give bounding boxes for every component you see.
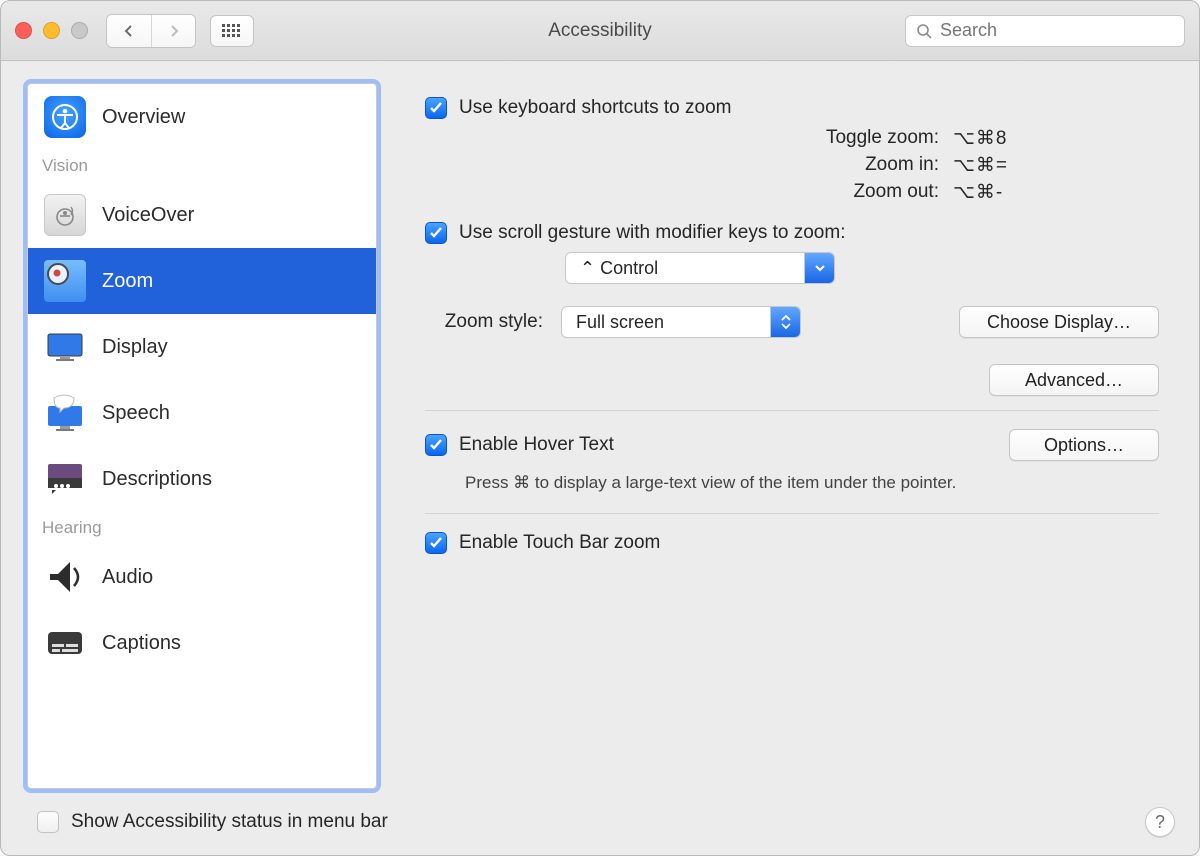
advanced-button[interactable]: Advanced… [989,364,1159,396]
sidebar-item-label: Speech [102,402,170,425]
close-window-button[interactable] [15,22,32,39]
sidebar-section-vision: Vision [28,150,376,182]
chevron-right-icon [168,25,180,37]
sidebar-item-overview[interactable]: Overview [28,84,376,150]
settings-panel: Use keyboard shortcuts to zoom Toggle zo… [399,83,1177,789]
sidebar-item-label: VoiceOver [102,204,194,227]
voiceover-icon [44,194,86,236]
use-keyboard-shortcuts-checkbox[interactable] [425,97,447,119]
sidebar-item-label: Descriptions [102,468,212,491]
sidebar[interactable]: Overview Vision VoiceOver Zoom [27,83,377,789]
modifier-key-value: ⌃ Control [566,258,672,279]
toggle-zoom-label: Toggle zoom: [675,127,939,150]
chevron-left-icon [123,25,135,37]
body: Overview Vision VoiceOver Zoom [1,61,1199,797]
updown-icon [770,307,800,337]
back-button[interactable] [107,15,151,47]
sidebar-item-label: Audio [102,566,153,589]
zoom-out-keys: ⌥⌘- [953,181,1159,204]
sidebar-item-label: Zoom [102,270,153,293]
minimize-window-button[interactable] [43,22,60,39]
zoom-style-label: Zoom style: [425,311,543,333]
sidebar-item-speech[interactable]: Speech [28,380,376,446]
enable-touch-bar-zoom-label: Enable Touch Bar zoom [459,532,660,554]
choose-display-button[interactable]: Choose Display… [959,306,1159,338]
zoom-in-keys: ⌥⌘= [953,154,1159,177]
titlebar: Accessibility [1,1,1199,61]
use-keyboard-shortcuts-label: Use keyboard shortcuts to zoom [459,97,731,119]
accessibility-icon [44,96,86,138]
grid-icon [222,24,242,38]
display-icon [44,326,86,368]
search-input[interactable] [940,20,1174,41]
help-button[interactable]: ? [1145,807,1175,837]
captions-icon [44,622,86,664]
show-status-menu-bar-label: Show Accessibility status in menu bar [71,811,388,833]
sidebar-item-voiceover[interactable]: VoiceOver [28,182,376,248]
modifier-key-select[interactable]: ⌃ Control [565,252,835,284]
check-icon [429,438,443,452]
sidebar-item-label: Overview [102,106,185,129]
sidebar-item-label: Display [102,336,168,359]
use-scroll-gesture-checkbox[interactable] [425,222,447,244]
sidebar-item-display[interactable]: Display [28,314,376,380]
zoom-style-select[interactable]: Full screen [561,306,801,338]
forward-button[interactable] [151,15,195,47]
show-status-menu-bar-checkbox[interactable] [37,811,59,833]
zoom-out-label: Zoom out: [675,181,939,204]
show-all-button[interactable] [210,15,254,47]
sidebar-section-hearing: Hearing [28,512,376,544]
hover-text-hint: Press ⌘ to display a large-text view of … [465,473,1159,493]
zoom-style-value: Full screen [562,312,678,333]
sidebar-item-zoom[interactable]: Zoom [28,248,376,314]
descriptions-icon [44,458,86,500]
divider [425,513,1159,514]
footer: Show Accessibility status in menu bar ? [1,797,1199,855]
sidebar-item-label: Captions [102,632,181,655]
divider [425,410,1159,411]
window-controls [15,22,88,39]
search-icon [916,23,932,39]
zoom-in-label: Zoom in: [675,154,939,177]
audio-icon [44,556,86,598]
sidebar-item-descriptions[interactable]: Descriptions [28,446,376,512]
use-scroll-gesture-label: Use scroll gesture with modifier keys to… [459,222,845,244]
enable-hover-text-checkbox[interactable] [425,434,447,456]
sidebar-item-captions[interactable]: Captions [28,610,376,676]
accessibility-preferences-window: Accessibility Overview Vision [0,0,1200,856]
speech-icon [44,392,86,434]
enable-hover-text-label: Enable Hover Text [459,434,614,456]
toggle-zoom-keys: ⌥⌘8 [953,127,1159,150]
hover-text-options-button[interactable]: Options… [1009,429,1159,461]
zoom-window-button[interactable] [71,22,88,39]
enable-touch-bar-zoom-checkbox[interactable] [425,532,447,554]
search-field[interactable] [905,15,1185,47]
keyboard-shortcuts-list: Toggle zoom: ⌥⌘8 Zoom in: ⌥⌘= Zoom out: … [675,127,1159,204]
check-icon [429,536,443,550]
check-icon [429,226,443,240]
check-icon [429,101,443,115]
sidebar-item-audio[interactable]: Audio [28,544,376,610]
zoom-icon [44,260,86,302]
chevron-down-icon [804,253,834,283]
nav-back-forward [106,14,196,48]
